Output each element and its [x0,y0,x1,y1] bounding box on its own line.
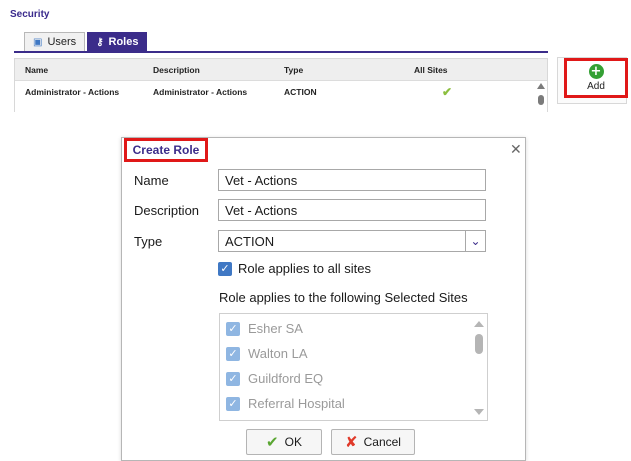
site-checkbox: ✓ [226,396,240,411]
dialog-title: Create Role [132,143,200,157]
site-list: ✓ Esher SA ✓ Walton LA ✓ Guildford EQ ✓ … [219,313,488,421]
close-icon[interactable]: ✕ [510,142,522,158]
tab-roles-label: Roles [108,36,139,48]
name-field-value: Vet - Actions [225,172,298,188]
plus-circle-icon: + [588,64,604,79]
dialog-title-highlight: Create Role [124,138,208,162]
tab-roles[interactable]: ⚷ Roles [87,32,148,51]
scroll-thumb[interactable] [538,95,544,105]
column-header-name[interactable]: Name [15,65,153,75]
checkmark-icon: ✔ [442,85,453,99]
description-field[interactable]: Vet - Actions [218,199,486,221]
scroll-up-icon[interactable] [537,83,545,89]
scroll-up-icon[interactable] [474,321,484,327]
tab-users-label: Users [47,36,77,48]
list-item: ✓ Referral Hospital [226,396,345,411]
cancel-button-label: Cancel [363,435,401,449]
site-label: Referral Hospital [248,396,345,411]
tab-bar: ▣ Users ⚷ Roles [24,32,148,52]
list-item: ✓ Esher SA [226,321,303,336]
tab-divider [14,51,548,53]
scroll-down-icon[interactable] [474,409,484,415]
site-label: Esher SA [248,321,303,336]
type-select-value: ACTION [225,233,275,249]
ok-button[interactable]: ✔ OK [246,429,322,455]
all-sites-checkbox-row[interactable]: ✓ Role applies to all sites [218,261,371,276]
section-title: Security [10,9,50,20]
site-checkbox: ✓ [226,321,240,336]
all-sites-checkbox-label: Role applies to all sites [238,261,371,276]
checkmark-icon: ✔ [266,433,279,451]
list-item: ✓ Walton LA [226,346,308,361]
users-icon: ▣ [33,36,43,48]
cancel-button[interactable]: ✘ Cancel [331,429,415,455]
site-label: Walton LA [248,346,308,361]
grid-header: Name Description Type All Sites [15,59,547,81]
list-item: ✓ Guildford EQ [226,371,323,386]
scroll-thumb[interactable] [475,334,483,354]
site-label: Guildford EQ [248,371,324,386]
tab-users[interactable]: ▣ Users [24,32,86,51]
name-label: Name [134,173,169,188]
table-row[interactable]: Administrator - Actions Administrator - … [15,81,547,103]
add-button[interactable]: + Add [564,58,628,98]
add-button-label: Add [587,81,605,92]
type-select[interactable]: ACTION ⌄ [218,230,486,252]
type-label: Type [134,234,163,249]
site-checkbox: ✓ [226,346,240,361]
description-field-value: Vet - Actions [225,202,298,218]
column-header-type[interactable]: Type [284,65,414,75]
column-header-description[interactable]: Description [153,65,284,75]
ok-button-label: OK [284,435,302,449]
security-page: Security ▣ Users ⚷ Roles Name Descriptio… [0,0,631,112]
cancel-x-icon: ✘ [345,433,358,451]
cell-name: Administrator - Actions [25,87,120,97]
key-icon: ⚷ [96,36,104,48]
name-field[interactable]: Vet - Actions [218,169,486,191]
chevron-down-icon[interactable]: ⌄ [465,231,485,251]
create-role-dialog: Create Role ✕ Name Vet - Actions Descrip… [121,137,526,461]
roles-grid: Name Description Type All Sites Administ… [14,58,548,112]
site-checkbox: ✓ [226,371,240,386]
cell-description: Administrator - Actions [153,87,248,97]
column-header-all-sites[interactable]: All Sites [414,65,532,75]
all-sites-checkbox[interactable]: ✓ [218,261,232,276]
selected-sites-label: Role applies to the following Selected S… [219,290,468,305]
description-label: Description [134,203,200,218]
cell-type: ACTION [284,87,317,97]
grid-scrollbar[interactable] [537,81,545,113]
